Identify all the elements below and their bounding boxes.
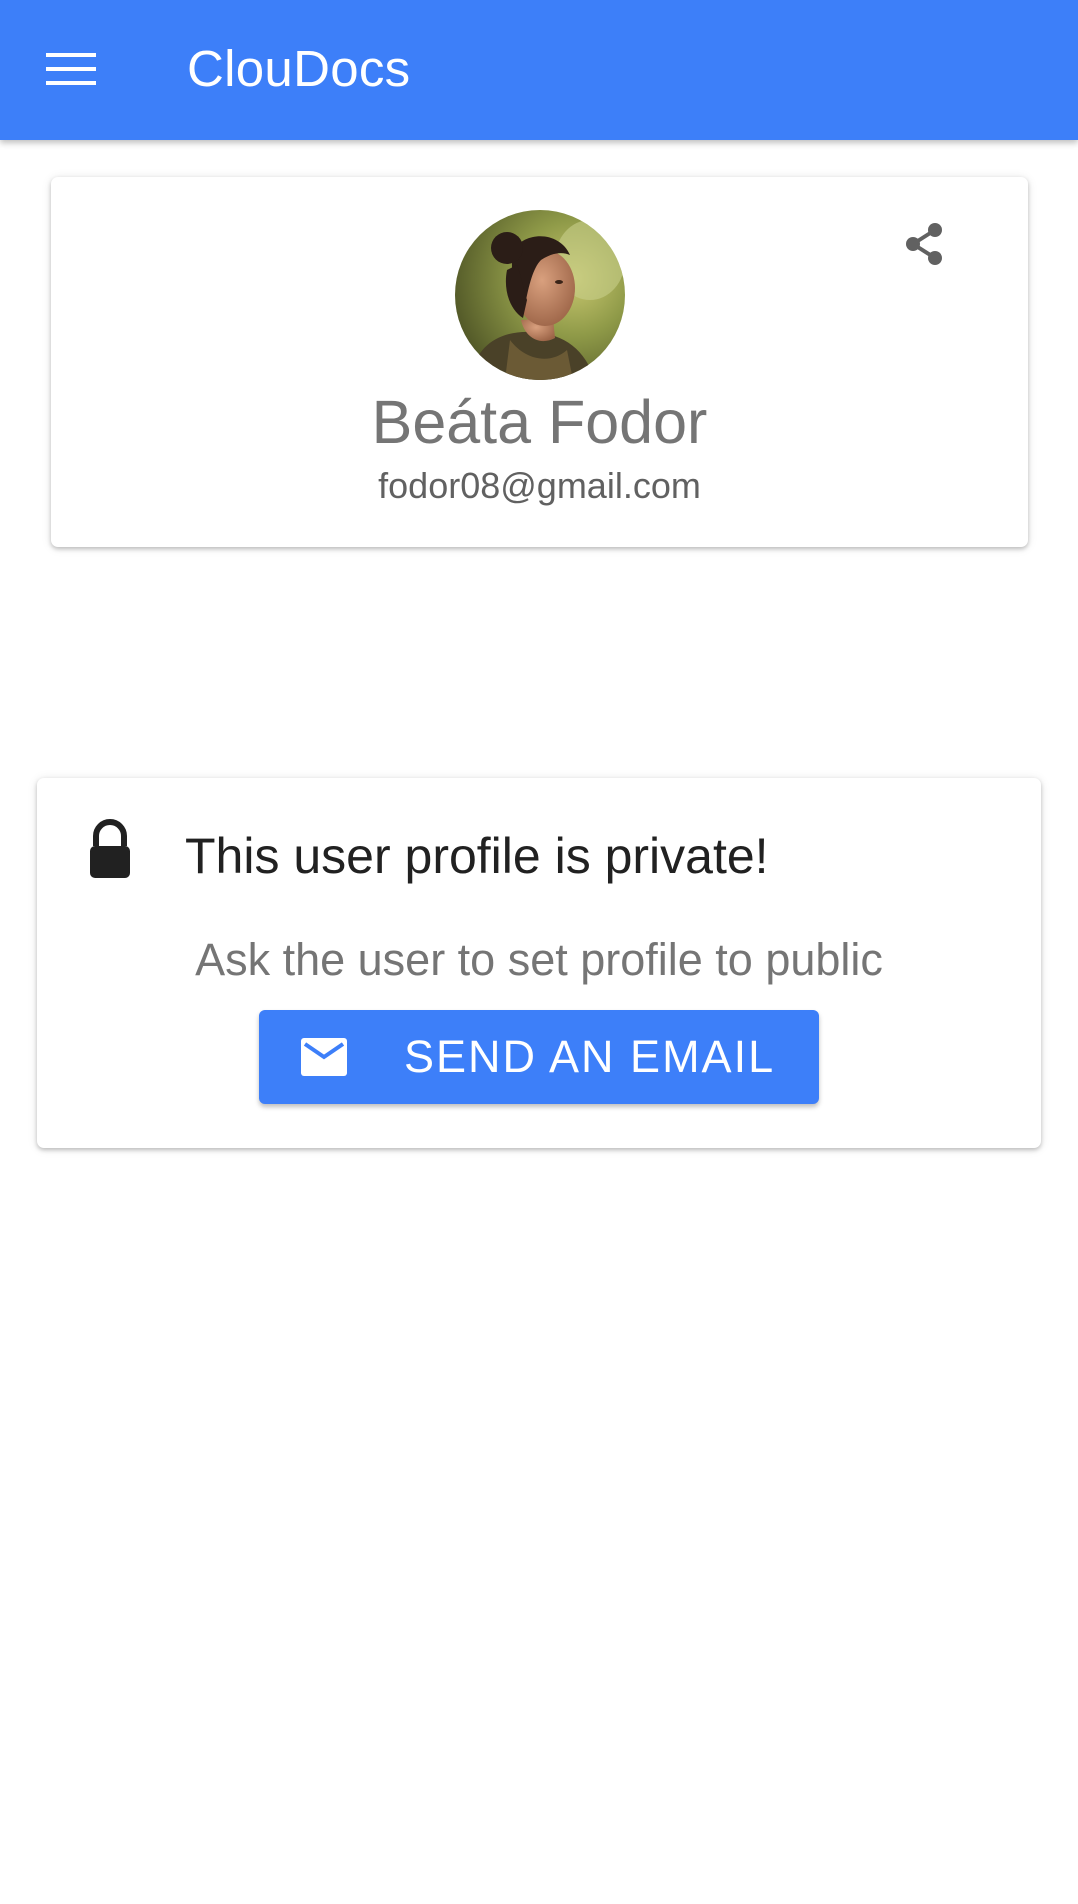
send-email-button[interactable]: SEND AN EMAIL — [259, 1010, 819, 1104]
send-email-button-label: SEND AN EMAIL — [404, 1031, 776, 1082]
profile-email: fodor08@gmail.com — [378, 465, 701, 506]
private-profile-notice: This user profile is private! Ask the us… — [37, 778, 1041, 1148]
app-title: ClouDocs — [187, 40, 411, 97]
user-avatar-photo — [455, 210, 625, 380]
private-notice-title: This user profile is private! — [185, 828, 769, 884]
profile-card: Beáta Fodor fodor08@gmail.com — [51, 177, 1028, 547]
share-button[interactable] — [891, 211, 957, 277]
menu-button[interactable] — [34, 36, 108, 102]
share-icon — [906, 223, 942, 265]
profile-name: Beáta Fodor — [371, 388, 708, 456]
app-bar: ClouDocs — [0, 0, 1078, 140]
mail-icon — [301, 1038, 347, 1076]
private-notice-subtitle: Ask the user to set profile to public — [195, 934, 883, 985]
hamburger-menu-icon — [46, 53, 96, 85]
avatar[interactable] — [455, 210, 625, 380]
lock-icon — [90, 819, 130, 878]
